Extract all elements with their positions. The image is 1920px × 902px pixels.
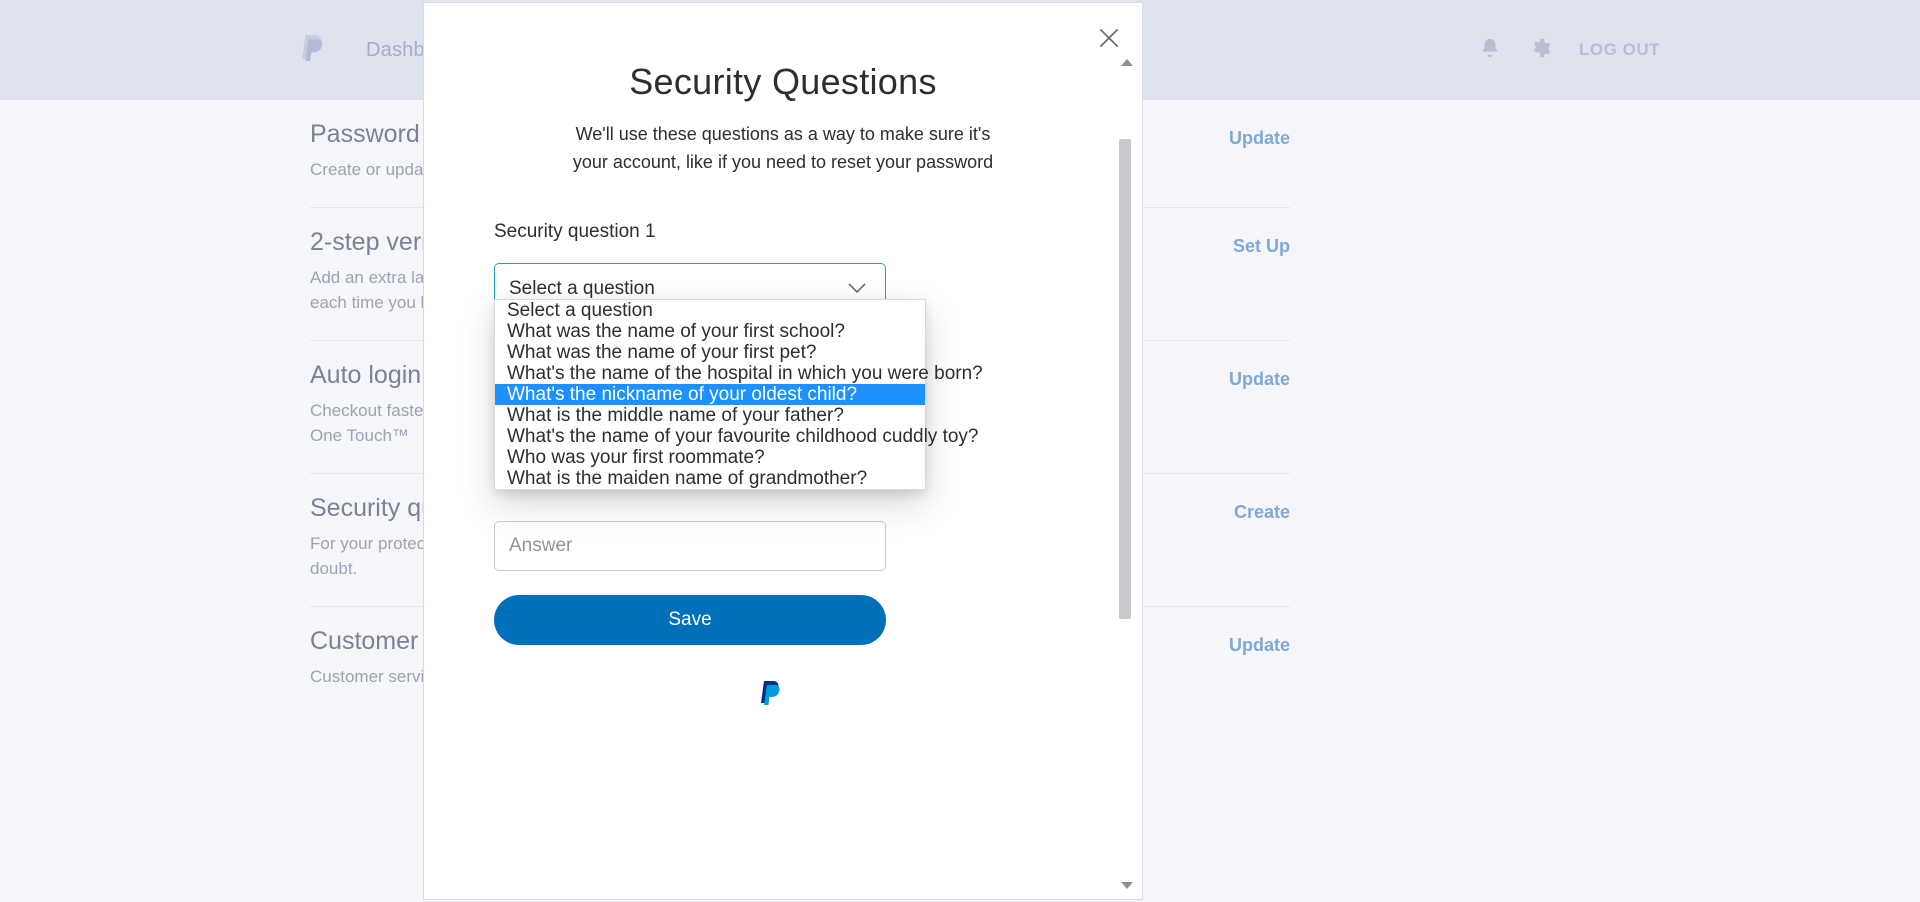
settings-password-action[interactable]: Update bbox=[1229, 128, 1290, 149]
settings-autologin-title: Auto login bbox=[310, 361, 429, 390]
question-option[interactable]: Select a question bbox=[495, 300, 925, 321]
question-option[interactable]: What's the nickname of your oldest child… bbox=[495, 384, 925, 405]
question-1-select-value: Select a question bbox=[509, 278, 655, 300]
gear-icon[interactable] bbox=[1529, 37, 1551, 64]
question-option[interactable]: What's the name of your favourite childh… bbox=[495, 426, 925, 447]
question-1-label: Security question 1 bbox=[494, 221, 1072, 243]
bell-icon[interactable] bbox=[1479, 37, 1501, 64]
answer-2-input[interactable]: Answer bbox=[494, 521, 886, 571]
settings-secq-action[interactable]: Create bbox=[1234, 502, 1290, 523]
settings-twostep-desc: Add an extra layeach time you lo bbox=[310, 265, 434, 316]
settings-cs-action[interactable]: Update bbox=[1229, 635, 1290, 656]
modal-subtitle: We'll use these questions as a way to ma… bbox=[563, 121, 1003, 177]
settings-twostep-title: 2-step verif bbox=[310, 228, 434, 257]
paypal-footer-logo-icon bbox=[424, 679, 1120, 711]
logout-link[interactable]: LOG OUT bbox=[1579, 40, 1660, 60]
settings-password-desc: Create or updat bbox=[310, 157, 428, 183]
question-option[interactable]: Who was your first roommate? bbox=[495, 447, 925, 468]
paypal-logo-icon bbox=[300, 32, 326, 69]
answer-placeholder: Answer bbox=[509, 535, 572, 557]
question-option[interactable]: What was the name of your first school? bbox=[495, 321, 925, 342]
question-option[interactable]: What is the middle name of your father? bbox=[495, 405, 925, 426]
question-option[interactable]: What's the name of the hospital in which… bbox=[495, 363, 925, 384]
question-1-dropdown[interactable]: Select a questionWhat was the name of yo… bbox=[494, 299, 926, 490]
settings-twostep-action[interactable]: Set Up bbox=[1233, 236, 1290, 257]
security-questions-modal: Security Questions We'll use these quest… bbox=[423, 2, 1143, 900]
settings-autologin-desc: Checkout fasterOne Touch™ bbox=[310, 398, 429, 449]
settings-password-title: Password bbox=[310, 120, 428, 149]
modal-title: Security Questions bbox=[494, 61, 1072, 103]
question-option[interactable]: What was the name of your first pet? bbox=[495, 342, 925, 363]
save-button[interactable]: Save bbox=[494, 595, 886, 645]
question-option[interactable]: What is the maiden name of grandmother? bbox=[495, 468, 925, 489]
chevron-down-icon bbox=[847, 278, 867, 300]
settings-autologin-action[interactable]: Update bbox=[1229, 369, 1290, 390]
